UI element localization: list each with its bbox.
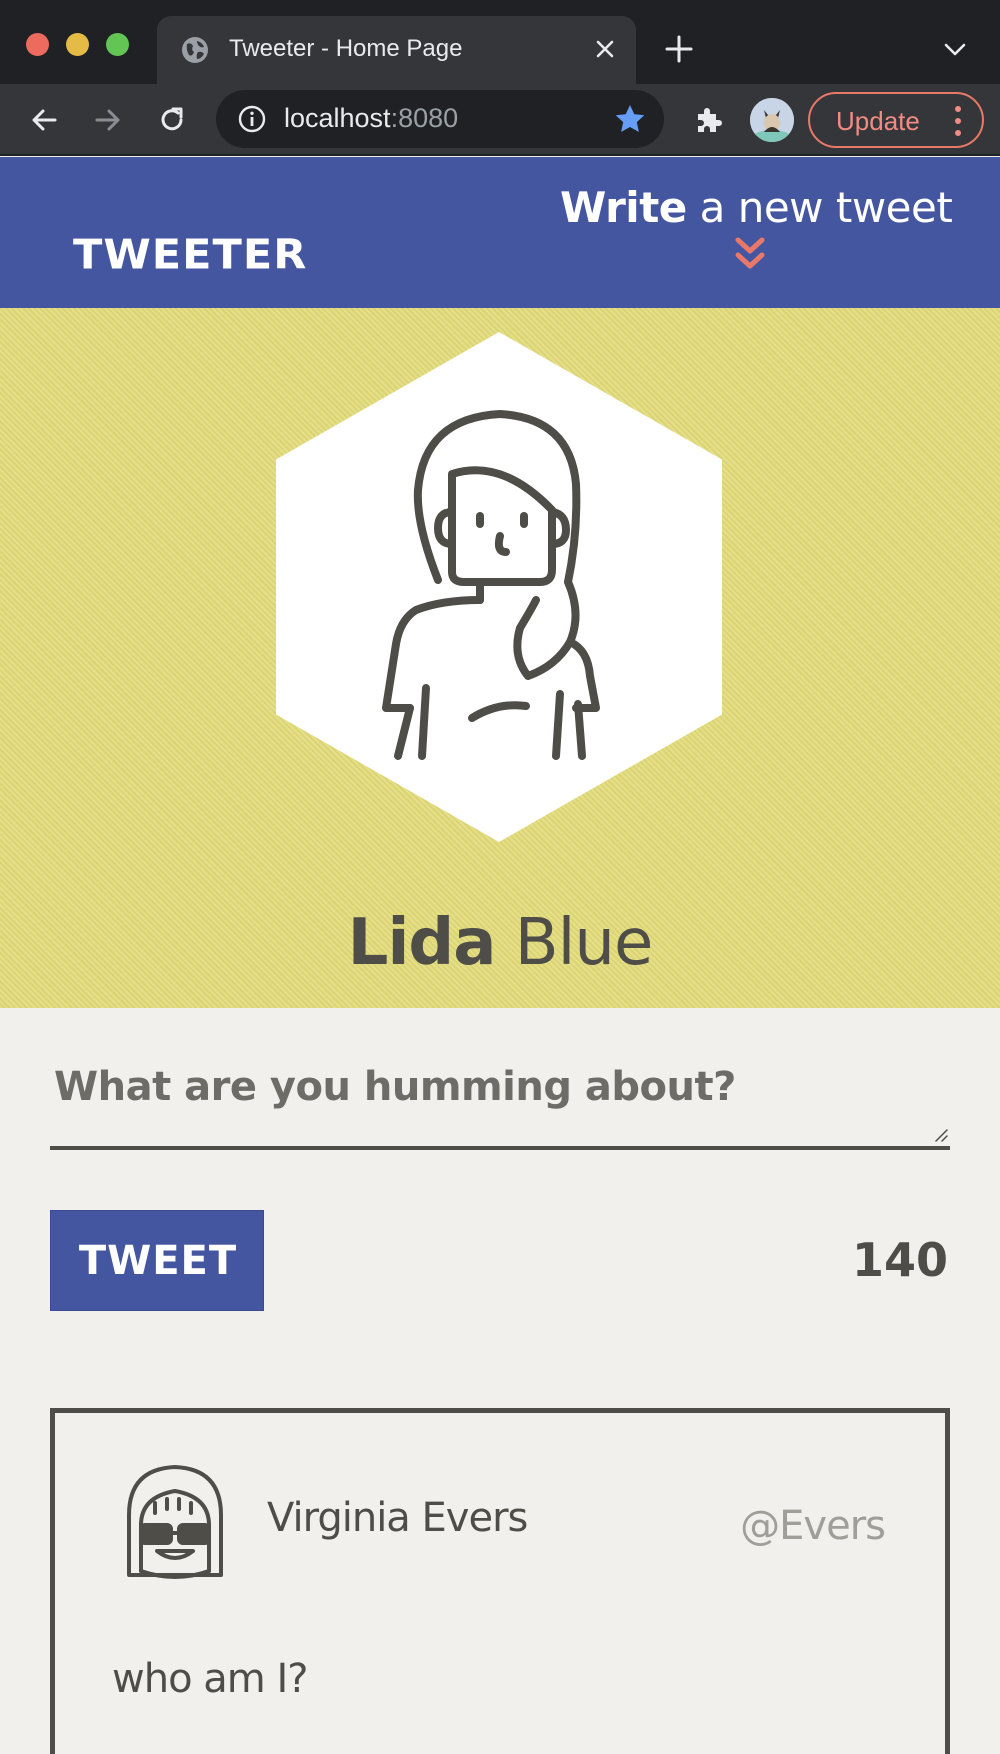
tweet-textarea[interactable]: What are you humming about? bbox=[50, 1058, 950, 1150]
write-new-tweet-toggle[interactable]: Write a new tweet bbox=[560, 183, 953, 272]
url-port: :8080 bbox=[390, 103, 459, 133]
minimize-window-button[interactable] bbox=[66, 33, 89, 56]
profile-first-name: Lida bbox=[347, 906, 497, 980]
close-window-button[interactable] bbox=[26, 33, 49, 56]
character-counter: 140 bbox=[851, 1233, 948, 1287]
browser-toolbar: localhost:8080 Update bbox=[0, 84, 1000, 156]
profile-last-name: Blue bbox=[495, 906, 654, 980]
profile-header: Lida Blue bbox=[0, 308, 1000, 1008]
url-text: localhost:8080 bbox=[284, 103, 458, 134]
info-icon[interactable] bbox=[238, 105, 266, 133]
more-options-icon[interactable] bbox=[954, 106, 962, 136]
tweet-submit-label: TWEET bbox=[78, 1238, 238, 1284]
tweet-text: who am I? bbox=[112, 1656, 308, 1702]
write-new-tweet-label: Write a new tweet bbox=[560, 183, 953, 232]
close-tab-icon[interactable] bbox=[590, 34, 620, 64]
extensions-puzzle-icon[interactable] bbox=[690, 102, 726, 138]
bookmark-star-icon[interactable] bbox=[614, 103, 646, 135]
woman-avatar-icon bbox=[382, 410, 600, 760]
forward-arrow-icon[interactable] bbox=[90, 102, 126, 138]
tweet-placeholder: What are you humming about? bbox=[54, 1064, 736, 1110]
tweet-author-avatar-icon bbox=[127, 1465, 223, 1579]
address-bar[interactable]: localhost:8080 bbox=[216, 90, 664, 148]
update-chrome-button[interactable]: Update bbox=[808, 92, 984, 148]
maximize-window-button[interactable] bbox=[106, 33, 129, 56]
profile-avatar[interactable] bbox=[750, 98, 794, 142]
tweet-submit-button[interactable]: TWEET bbox=[50, 1210, 264, 1311]
back-arrow-icon[interactable] bbox=[26, 102, 62, 138]
chevron-down-icon[interactable] bbox=[942, 38, 968, 60]
browser-tab-bar: Tweeter - Home Page bbox=[0, 0, 1000, 84]
site-logo[interactable]: TWEETER bbox=[73, 231, 307, 279]
new-tab-icon[interactable] bbox=[664, 34, 694, 64]
write-word: Write bbox=[560, 183, 687, 232]
tab-title: Tweeter - Home Page bbox=[229, 35, 463, 62]
tweet-card: Virginia Evers @Evers who am I? bbox=[50, 1408, 950, 1754]
new-tweet-words: a new tweet bbox=[686, 183, 953, 232]
globe-icon bbox=[182, 37, 208, 63]
reload-icon[interactable] bbox=[154, 102, 190, 138]
browser-tab[interactable]: Tweeter - Home Page bbox=[157, 16, 636, 84]
url-host: localhost bbox=[284, 103, 391, 133]
tweet-author-name: Virginia Evers bbox=[267, 1495, 528, 1541]
tweet-author-handle: @Evers bbox=[740, 1503, 886, 1549]
profile-avatar-frame bbox=[276, 332, 722, 842]
double-chevron-down-icon[interactable] bbox=[733, 236, 767, 272]
update-label: Update bbox=[836, 106, 920, 136]
resize-handle-icon[interactable] bbox=[934, 1128, 948, 1142]
profile-name: Lida Blue bbox=[0, 906, 1000, 980]
site-navbar: TWEETER Write a new tweet bbox=[0, 157, 1000, 308]
